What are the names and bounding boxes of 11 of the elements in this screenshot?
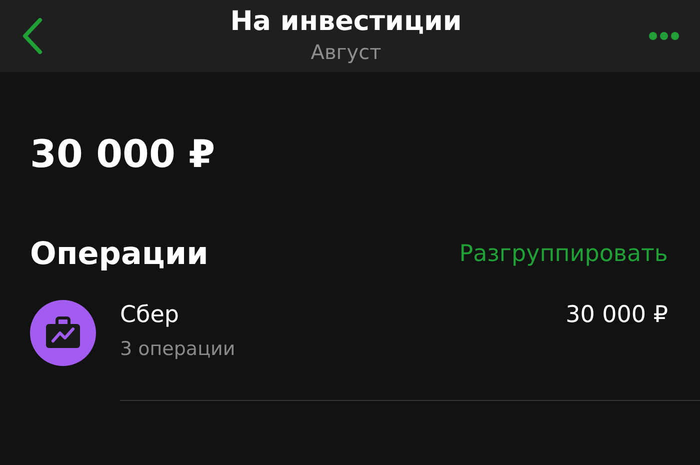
ungroup-link[interactable]: Разгруппировать [459, 239, 668, 269]
operation-name: Сбер [120, 301, 179, 330]
screen-subtitle: Август [310, 39, 382, 66]
operation-row[interactable]: Сбер 30 000 ₽ 3 операции [0, 298, 700, 401]
back-icon [21, 17, 43, 55]
more-icon [648, 31, 680, 41]
screen-title: На инвестиции [230, 6, 462, 38]
section-title: Операции [30, 235, 208, 274]
operation-count: 3 операции [120, 337, 236, 362]
operation-amount: 30 000 ₽ [566, 301, 668, 330]
total-amount: 30 000 ₽ [30, 131, 216, 178]
